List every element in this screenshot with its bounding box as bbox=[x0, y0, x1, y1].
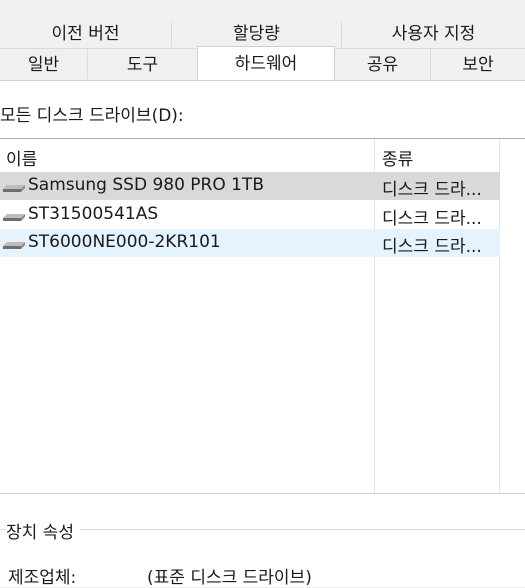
manufacturer-label: 제조업체: bbox=[8, 568, 77, 588]
tab-row-front: 일반 도구 하드웨어 공유 보안 bbox=[0, 46, 525, 81]
tab-hardware[interactable]: 하드웨어 bbox=[197, 46, 335, 80]
column-header-type[interactable]: 종류 bbox=[382, 145, 413, 170]
drive-name: ST31500541AS bbox=[28, 204, 159, 224]
column-header-name[interactable]: 이름 bbox=[6, 145, 37, 170]
drive-type: 디스크 드라... bbox=[382, 237, 482, 257]
drive-name: Samsung SSD 980 PRO 1TB bbox=[28, 175, 265, 195]
tab-customize[interactable]: 사용자 지정 bbox=[342, 22, 525, 47]
properties-title: 장치 속성 bbox=[6, 518, 80, 543]
tab-security[interactable]: 보안 bbox=[431, 49, 525, 79]
manufacturer-value: (표준 디스크 드라이브) bbox=[147, 568, 312, 588]
tab-tools[interactable]: 도구 bbox=[88, 49, 198, 79]
list-item[interactable]: Samsung SSD 980 PRO 1TB 디스크 드라... bbox=[0, 172, 500, 200]
tab-row-back: 이전 버전 할당량 사용자 지정 bbox=[0, 22, 525, 49]
drive-icon bbox=[3, 185, 25, 192]
drive-type: 디스크 드라... bbox=[382, 180, 482, 200]
drive-list-label: 모든 디스크 드라이브(D): bbox=[0, 106, 184, 126]
drive-type: 디스크 드라... bbox=[382, 209, 482, 229]
tab-quota[interactable]: 할당량 bbox=[172, 22, 342, 47]
drive-icon bbox=[3, 242, 25, 249]
list-item[interactable]: ST6000NE000-2KR101 디스크 드라... bbox=[0, 229, 500, 257]
drive-list[interactable]: 이름 종류 Samsung SSD 980 PRO 1TB 디스크 드라... … bbox=[0, 138, 525, 494]
drive-icon bbox=[3, 214, 25, 221]
tab-sharing[interactable]: 공유 bbox=[335, 49, 431, 79]
list-header: 이름 종류 bbox=[0, 139, 525, 171]
tab-general[interactable]: 일반 bbox=[0, 49, 88, 79]
list-item[interactable]: ST31500541AS 디스크 드라... bbox=[0, 201, 500, 229]
drive-name: ST6000NE000-2KR101 bbox=[28, 232, 221, 252]
tab-previous-versions[interactable]: 이전 버전 bbox=[0, 22, 172, 47]
